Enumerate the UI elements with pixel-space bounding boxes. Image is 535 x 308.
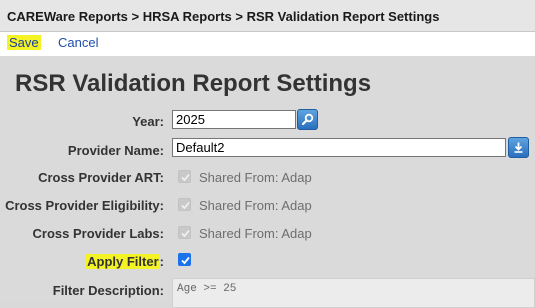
settings-panel: RSR Validation Report Settings Year: Pro… bbox=[0, 56, 535, 308]
cross-provider-labs-checkbox[interactable] bbox=[178, 226, 191, 239]
breadcrumb: CAREWare Reports > HRSA Reports > RSR Va… bbox=[7, 9, 440, 24]
cross-provider-art-checkbox[interactable] bbox=[178, 170, 191, 183]
toolbar: Save Cancel bbox=[0, 32, 535, 56]
checkmark-icon bbox=[181, 173, 190, 182]
page-title: RSR Validation Report Settings bbox=[15, 70, 372, 97]
apply-filter-checkbox[interactable] bbox=[178, 253, 191, 266]
filter-description-field[interactable]: Age >= 25 bbox=[172, 278, 535, 308]
cross-provider-labs-label: Cross Provider Labs: bbox=[32, 226, 165, 241]
provider-name-input[interactable] bbox=[172, 138, 506, 157]
cross-provider-eligibility-label: Cross Provider Eligibility: bbox=[5, 198, 164, 213]
cross-provider-art-shared-text: Shared From: Adap bbox=[199, 170, 312, 185]
cross-provider-art-label: Cross Provider ART: bbox=[38, 170, 164, 185]
cross-provider-eligibility-checkbox[interactable] bbox=[178, 198, 191, 211]
filter-description-label: Filter Description: bbox=[52, 283, 164, 298]
year-input[interactable] bbox=[172, 110, 296, 129]
provider-name-dropdown-button[interactable] bbox=[508, 137, 529, 158]
cancel-button[interactable]: Cancel bbox=[58, 35, 98, 50]
breadcrumb-bar: CAREWare Reports > HRSA Reports > RSR Va… bbox=[0, 0, 535, 32]
checkmark-icon bbox=[181, 229, 190, 238]
download-icon bbox=[514, 142, 523, 153]
apply-filter-label: Apply Filter: bbox=[86, 254, 164, 269]
cross-provider-eligibility-shared-text: Shared From: Adap bbox=[199, 198, 312, 213]
provider-name-label: Provider Name: bbox=[67, 143, 164, 158]
save-button[interactable]: Save bbox=[7, 35, 41, 50]
apply-filter-label-text: Apply Filter bbox=[86, 254, 160, 269]
checkmark-icon bbox=[181, 201, 190, 210]
year-search-button[interactable] bbox=[297, 109, 318, 130]
checkmark-icon bbox=[181, 256, 190, 265]
cross-provider-labs-shared-text: Shared From: Adap bbox=[199, 226, 312, 241]
apply-filter-label-colon: : bbox=[159, 254, 164, 269]
year-label: Year: bbox=[132, 114, 164, 129]
search-icon bbox=[301, 113, 314, 126]
